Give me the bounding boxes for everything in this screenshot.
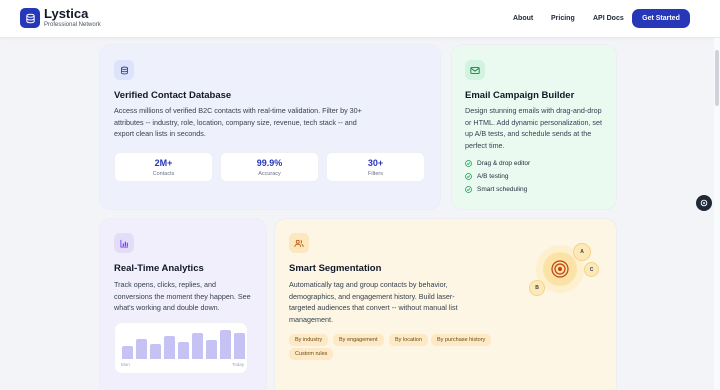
segmentation-title: Smart Segmentation (289, 263, 382, 274)
nav-link-about[interactable]: About (513, 15, 533, 22)
stat-filters: 30+ Filters (326, 152, 425, 182)
segment-node-b: B (529, 280, 545, 296)
chart-bar (206, 340, 217, 359)
chart-bar (178, 342, 189, 359)
tag-by-location[interactable]: By location (389, 334, 428, 346)
extension-icon (700, 199, 708, 207)
database-description: Access millions of verified B2C contacts… (114, 106, 362, 138)
brand-name[interactable]: Lystica (44, 7, 88, 20)
chart-bar (192, 333, 203, 359)
check-icon (465, 173, 472, 180)
chart-bar (234, 333, 245, 359)
feature-label: Drag & drop editor (477, 160, 531, 167)
feature-ab-testing: A/B testing (465, 173, 508, 180)
chart-bar (136, 339, 147, 359)
email-title: Email Campaign Builder (465, 90, 575, 101)
database-icon (114, 60, 134, 80)
bar-chart-icon (114, 233, 134, 253)
scrollbar-thumb[interactable] (715, 50, 719, 106)
stat-value: 99.9% (256, 158, 283, 168)
get-started-button[interactable]: Get Started (632, 9, 690, 28)
segment-node-c: C (584, 262, 599, 277)
tag-by-purchase-history[interactable]: By purchase history (431, 334, 492, 346)
check-icon (465, 186, 472, 193)
chart-bar (220, 330, 231, 359)
users-icon (289, 233, 309, 253)
chart-start-label: Mon (121, 362, 130, 367)
feature-smart-scheduling: Smart scheduling (465, 186, 527, 193)
stat-label: Accuracy (258, 171, 281, 177)
database-title: Verified Contact Database (114, 90, 232, 101)
tag-by-industry[interactable]: By industry (289, 334, 329, 346)
chart-bar (122, 346, 133, 359)
feature-label: Smart scheduling (477, 186, 528, 193)
mail-icon (465, 60, 485, 80)
stat-contacts: 2M+ Contacts (114, 152, 213, 182)
segmentation-description: Automatically tag and group contacts by … (289, 280, 458, 324)
analytics-title: Real-Time Analytics (114, 263, 204, 274)
chart-bar (164, 336, 175, 359)
chart-end-label: Today (232, 362, 245, 367)
stat-label: Contacts (152, 171, 175, 177)
stat-label: Filters (368, 171, 383, 177)
chart-bar (150, 344, 161, 359)
segment-node-a: A (573, 243, 591, 261)
email-description: Design stunning emails with drag-and-dro… (465, 106, 603, 150)
stat-accuracy: 99.9% Accuracy (220, 152, 319, 182)
analytics-description: Track opens, clicks, replies, and conver… (114, 280, 251, 312)
stat-value: 2M+ (154, 158, 173, 168)
stat-value: 30+ (367, 158, 384, 168)
nav-link-pricing[interactable]: Pricing (551, 15, 575, 22)
nav-link-api-docs[interactable]: API Docs (593, 15, 624, 22)
feature-label: A/B testing (477, 173, 509, 180)
logo-icon[interactable] (20, 8, 40, 28)
top-nav: Lystica Professional Network About Prici… (0, 0, 720, 38)
brand-tagline: Professional Network (44, 22, 101, 28)
check-icon (465, 160, 472, 167)
tag-by-engagement[interactable]: By engagement (333, 334, 384, 346)
tag-custom-rules[interactable]: Custom rules (289, 348, 334, 360)
feature-drag-drop: Drag & drop editor (465, 160, 530, 167)
extension-floating-button[interactable] (696, 195, 712, 211)
mini-bar-chart (114, 322, 248, 374)
